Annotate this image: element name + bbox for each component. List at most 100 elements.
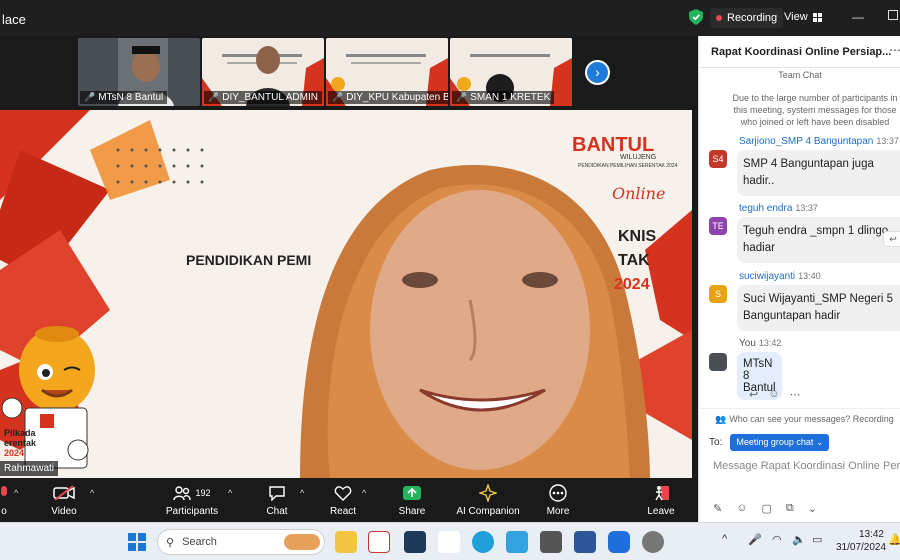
more-icon[interactable]: ⋯ [789,388,800,401]
people-icon: 👥 [715,414,727,424]
thumbnail-strip: 🎤 MTsN 8 Bantul 🎤 DIY_BANTUL ADMIN 🎤 DIY… [0,36,698,108]
message-sender: Sarjiono_SMP 4 Banguntapan 13:37 [739,136,899,147]
message-actions: ↩ ☺ ⋯ [749,388,800,401]
battery-icon[interactable]: ▭ [812,533,822,546]
audio-label: o [1,506,7,517]
reply-icon[interactable]: ↩ [749,388,758,401]
mascot-label: erentak [4,438,37,448]
video-label: Video [51,506,77,517]
thumbnail-name: DIY_KPU Kabupaten B... [346,92,448,103]
format-icon[interactable]: ✎ [713,502,722,515]
maximize-button[interactable] [888,10,898,20]
recipient-row: To: Meeting group chat ⌄ [709,434,830,451]
participants-options-caret[interactable]: ^ [228,488,232,498]
leave-label: Leave [647,506,675,517]
grid-view-icon [812,12,822,22]
app-icon[interactable] [404,531,426,553]
edge-icon[interactable] [472,531,494,553]
participants-button[interactable]: 192 Participants [162,484,222,517]
slide-online: Online [612,184,666,203]
volume-icon[interactable]: 🔈 [792,533,806,546]
chat-more-button[interactable]: ⋯ [889,43,900,57]
recording-indicator[interactable]: Recording [710,8,784,28]
file-icon[interactable]: ▢ [761,502,771,515]
thumbnail-tile[interactable]: 🎤 MTsN 8 Bantul [78,38,200,106]
chevron-down-icon[interactable]: ⌄ [808,502,817,515]
recording-label: Recording [727,12,778,24]
chevron-up-icon[interactable]: ^ [722,533,727,545]
chat-options-caret[interactable]: ^ [300,488,304,498]
thumbnail-name: DIY_BANTUL ADMIN [222,92,318,103]
share-label: Share [398,506,426,517]
more-label: More [546,506,570,517]
thumbnail-tile[interactable]: 🎤 SMAN 1 KRETEK [450,38,572,106]
video-options-caret[interactable]: ^ [90,488,94,498]
windows-start-icon[interactable] [128,533,146,551]
thumbnail-tile[interactable]: 🎤 DIY_KPU Kabupaten B... [326,38,448,106]
chevron-right-icon: › [595,64,600,80]
zoom-icon[interactable] [608,531,630,553]
settings-icon[interactable] [642,531,664,553]
share-screen-icon [403,486,421,500]
recipient-dropdown[interactable]: Meeting group chat ⌄ [730,434,830,451]
video-off-icon [53,485,75,501]
thumbnail-tile[interactable]: 🎤 DIY_BANTUL ADMIN [202,38,324,106]
mascot-label: Pilkada [4,428,36,438]
emoji-icon[interactable]: ☺ [768,388,779,401]
app-icon[interactable] [506,531,528,553]
share-button[interactable]: Share [382,484,442,517]
shield-check-icon[interactable] [689,9,703,25]
reply-icon[interactable]: ↩ [883,231,900,247]
mascot-label: 2024 [4,448,25,458]
sender-name: You [739,338,756,349]
privacy-notice[interactable]: 👥 Who can see your messages? Recording [699,408,900,425]
view-button[interactable]: View [784,11,823,23]
mic-muted-icon: 🎤 [208,92,220,102]
minimize-button[interactable]: — [852,10,864,24]
thumbnail-name: MTsN 8 Bantul [98,92,164,103]
video-button[interactable]: Video [34,484,94,517]
composer-toolbar: ✎ ☺ ▢ ⧉ ⌄ [713,502,817,515]
message-time: 13:40 [798,271,821,281]
team-chat-label: Team Chat [778,70,822,80]
chat-label: Chat [266,506,288,517]
leave-button[interactable]: Leave [631,484,691,517]
word-icon[interactable] [574,531,596,553]
chat-panel: Rapat Koordinasi Online Persiap... ⋯ Tea… [698,36,900,522]
notifications-icon[interactable]: 🔔 [888,533,900,546]
emoji-icon[interactable]: ☺ [736,502,747,515]
slide-title: PENDIDIKAN PEMI [186,252,312,268]
window-title: lace [2,12,26,27]
taskbar-search[interactable]: ⚲ Search [157,529,325,555]
search-icon: ⚲ [166,536,175,549]
ai-companion-button[interactable]: AI Companion [452,484,524,517]
chat-button[interactable]: Chat [247,484,307,517]
view-label: View [784,11,808,23]
next-page-button[interactable]: › [585,60,610,85]
wifi-icon[interactable]: ◠ [772,533,782,546]
clock[interactable]: 13:42 31/07/2024 [836,528,886,554]
slide-brand-sub: WILUJENG [620,154,657,161]
recipient-value: Meeting group chat [736,437,814,447]
search-placeholder: Search [182,536,217,548]
slide-right-text: TAK [618,252,650,269]
thumbnail-label: 🎤 DIY_KPU Kabupaten B... [328,91,448,104]
chevron-down-icon: ⌄ [815,437,824,447]
mic-icon[interactable]: 🎤 [748,533,762,546]
message-time: 13:37 [876,136,899,146]
camera-icon[interactable] [540,531,562,553]
react-options-caret[interactable]: ^ [362,488,366,498]
app-icon[interactable] [368,531,390,553]
title-bar: lace Recording View — [0,0,900,36]
avatar: S [709,285,727,303]
heart-icon [334,486,352,501]
file-explorer-icon[interactable] [335,531,357,553]
speaker-name-label: Rahmawati [0,461,59,476]
slide-right-text: KNIS [618,228,657,245]
message-input[interactable]: Message Rapat Koordinasi Online Persiap [713,460,900,472]
screenshot-icon[interactable]: ⧉ [786,502,794,515]
more-button[interactable]: More [528,484,588,517]
mic-icon [1,486,7,496]
app-icon[interactable] [438,531,460,553]
audio-options-caret[interactable]: ^ [14,488,18,498]
